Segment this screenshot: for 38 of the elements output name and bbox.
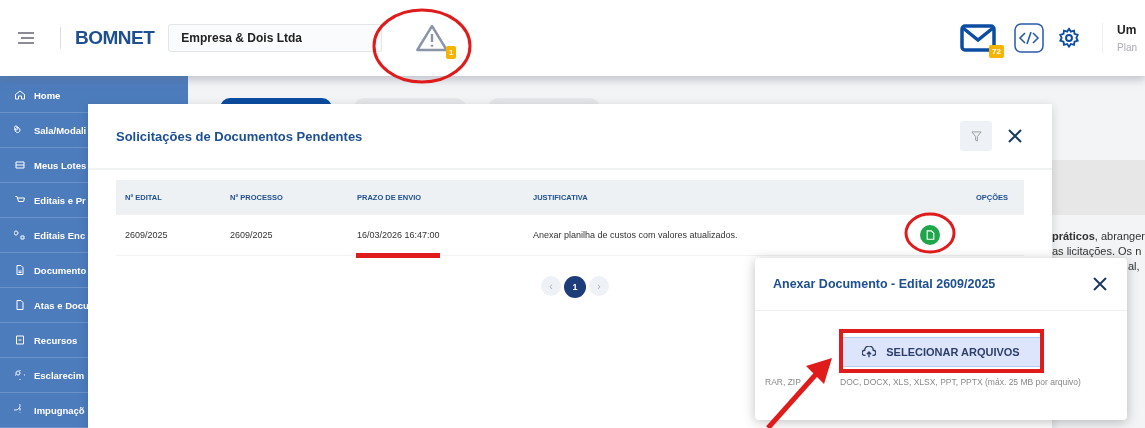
table-cell: Anexar planilha de custos com valores atualizados. [533, 230, 738, 240]
user-plan: Plan [1117, 42, 1138, 53]
warning-icon[interactable] [416, 23, 449, 53]
table-cell: 2609/2025 [230, 230, 273, 240]
archive-icon [14, 334, 26, 346]
attach-document-button[interactable] [920, 225, 940, 245]
mail-count-badge: 72 [989, 45, 1004, 58]
company-select[interactable]: Empresa & Dois Ltda [168, 24, 383, 52]
user-name: Um [1117, 23, 1138, 37]
table-cell: 2609/2025 [125, 230, 168, 240]
settings-icon[interactable] [1058, 27, 1080, 49]
close-icon [1093, 277, 1107, 291]
code-icon[interactable] [1014, 23, 1044, 53]
shapes-icon [14, 229, 26, 241]
annotation-arrow [766, 358, 832, 428]
body-text: as licitações. Os n [1052, 245, 1142, 257]
close-icon [1008, 129, 1022, 143]
file-types-hint: DOC, DOCX, XLS, XLSX, PPT, PPTX (máx. 25 MB por arquivo) [840, 377, 1081, 387]
logo: BOMNET [60, 27, 155, 49]
filter-icon [970, 130, 982, 142]
file-icon [14, 299, 26, 311]
menu-icon[interactable] [18, 32, 34, 44]
close-button[interactable] [1006, 127, 1024, 145]
document-icon [14, 264, 26, 276]
database-icon [14, 159, 26, 171]
document-icon [925, 230, 935, 240]
annotation-circle [904, 212, 956, 254]
alert-count-badge: 1 [445, 46, 457, 59]
dialog-title: Anexar Documento - Edital 2609/2025 [773, 277, 997, 291]
select-files-button[interactable]: SELECIONAR ARQUIVOS [841, 337, 1041, 367]
home-icon [14, 89, 26, 101]
close-button[interactable] [1091, 275, 1109, 293]
table-cell: 16/03/2026 16:47:00 [357, 230, 440, 240]
page-button[interactable]: 1 [564, 276, 586, 298]
upload-icon [862, 346, 877, 358]
dialog-title: Solicitações de Documentos Pendentes [116, 128, 364, 144]
file-types-hint: RAR, ZIP [765, 377, 802, 387]
body-text: al, [1128, 260, 1141, 272]
